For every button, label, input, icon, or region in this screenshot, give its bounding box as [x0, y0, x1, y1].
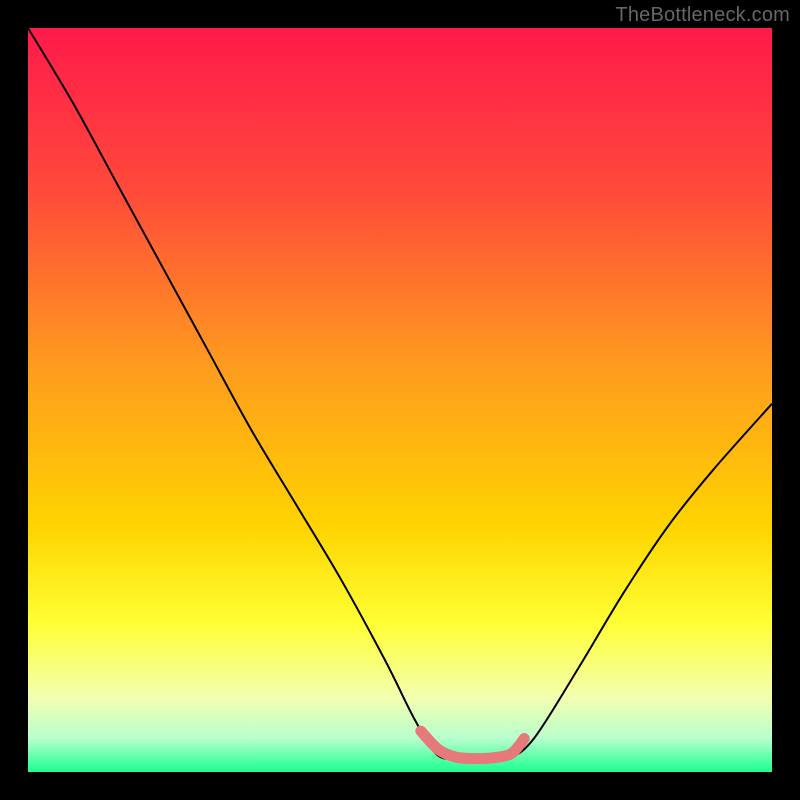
gradient-panel	[28, 28, 772, 772]
watermark-text: TheBottleneck.com	[615, 4, 790, 27]
chart-stage: TheBottleneck.com	[0, 0, 800, 800]
bottleneck-chart	[28, 28, 772, 772]
